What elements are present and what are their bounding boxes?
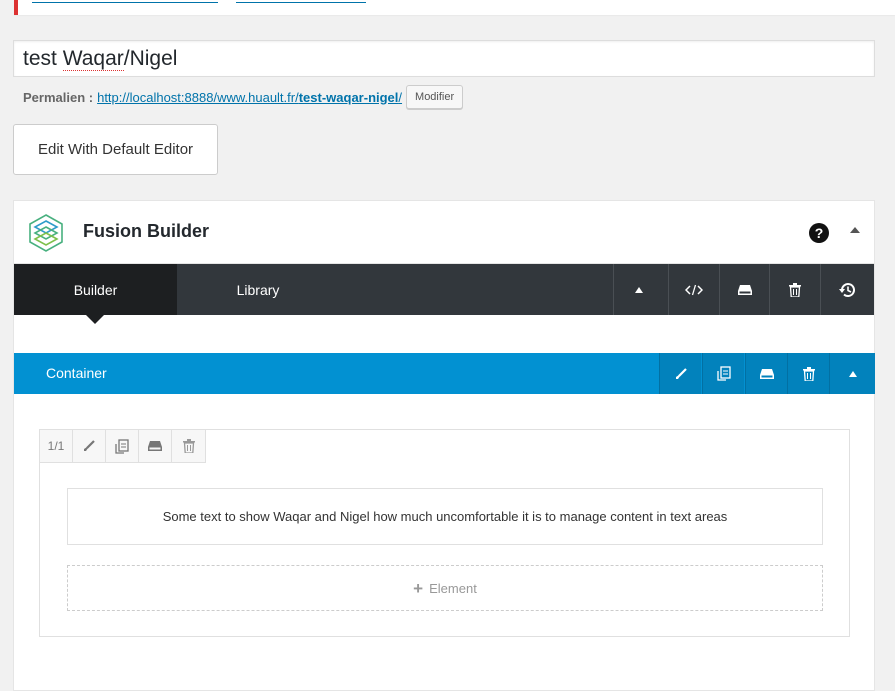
container-clone-button[interactable] <box>702 353 744 394</box>
save-icon <box>759 368 774 379</box>
edit-with-default-editor-button[interactable]: Edit With Default Editor <box>13 124 218 175</box>
tab-builder[interactable]: Builder <box>14 264 177 324</box>
add-element-label: Element <box>429 580 477 596</box>
permalink-link[interactable]: http://localhost:8888/www.huault.fr/test… <box>97 90 402 105</box>
panel-toggle-icon[interactable] <box>850 227 860 233</box>
column-clone-button[interactable] <box>106 430 139 462</box>
column-delete-button[interactable] <box>172 430 205 462</box>
trash-icon <box>789 282 801 297</box>
container-bar[interactable]: Container <box>14 353 875 394</box>
history-icon <box>838 282 855 297</box>
fusion-builder-title: Fusion Builder <box>83 221 209 241</box>
admin-notice <box>14 0 895 15</box>
fusion-builder-header: Fusion Builder ? <box>14 201 874 264</box>
spellcheck-word: Waqar <box>62 47 124 71</box>
brush-icon <box>84 440 95 451</box>
add-element-button[interactable]: + Element <box>67 565 823 611</box>
text-block-element[interactable]: Some text to show Waqar and Nigel how mu… <box>67 488 823 545</box>
tab-library[interactable]: Library <box>177 264 339 315</box>
builder-toolbar: Builder Library <box>14 264 874 324</box>
permalink-row: Permalien : http://localhost:8888/www.hu… <box>23 85 464 109</box>
save-icon <box>148 441 162 451</box>
collapse-icon <box>848 370 857 377</box>
post-title-value: test Waqar/Nigel <box>23 47 178 71</box>
column-controls: 1/1 <box>40 430 206 463</box>
clone-icon <box>716 366 731 381</box>
column-settings-button[interactable] <box>73 430 106 462</box>
brush-icon <box>675 367 687 379</box>
fusion-builder-logo-icon <box>26 213 66 253</box>
clone-icon <box>115 438 129 454</box>
code-icon <box>685 284 703 295</box>
trash-icon <box>182 439 195 453</box>
container-save-button[interactable] <box>745 353 787 394</box>
post-title-input[interactable]: test Waqar/Nigel <box>13 40 875 77</box>
notice-link-secondary[interactable] <box>236 0 366 3</box>
container-settings-button[interactable] <box>659 353 701 394</box>
permalink-label: Permalien : <box>23 89 94 105</box>
save-icon <box>738 284 752 295</box>
collapse-icon <box>635 286 643 293</box>
column: 1/1 Some text to show Waqar and Nigel ho… <box>39 429 850 637</box>
help-icon[interactable]: ? <box>809 223 829 243</box>
trash-icon <box>802 366 815 381</box>
container-toggle-button[interactable] <box>829 353 875 394</box>
code-view-button[interactable] <box>668 264 719 315</box>
notice-link[interactable] <box>32 0 218 3</box>
fusion-builder-panel: Fusion Builder ? Builder Library Contain… <box>13 200 875 691</box>
container-delete-button[interactable] <box>787 353 829 394</box>
collapse-all-button[interactable] <box>613 264 664 315</box>
modify-permalink-button[interactable]: Modifier <box>406 85 464 109</box>
clear-layout-button[interactable] <box>769 264 820 315</box>
column-size-button[interactable]: 1/1 <box>40 430 73 462</box>
column-save-button[interactable] <box>139 430 172 462</box>
container-label: Container <box>46 365 107 381</box>
save-layout-button[interactable] <box>719 264 770 315</box>
history-button[interactable] <box>820 264 871 315</box>
plus-icon: + <box>413 578 424 598</box>
